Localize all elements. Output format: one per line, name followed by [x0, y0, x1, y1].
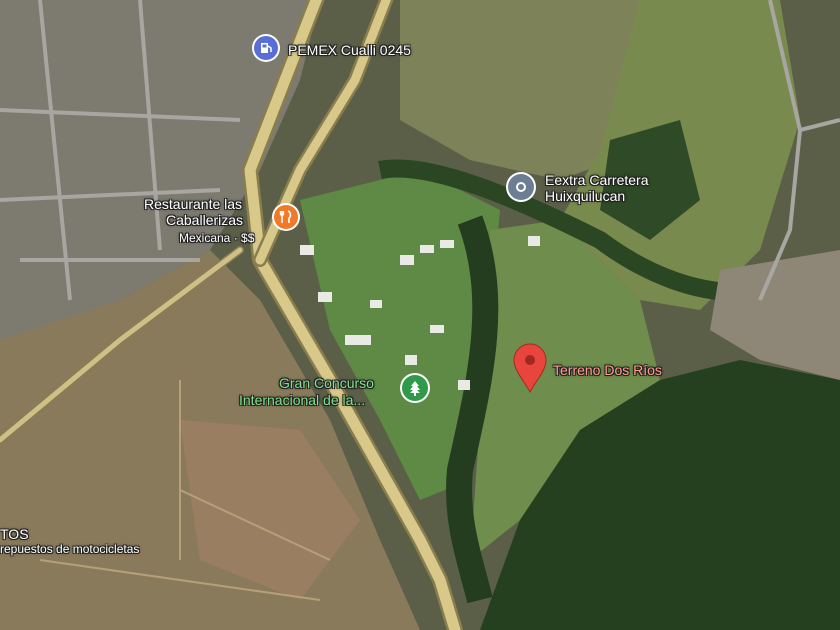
- pemex-label[interactable]: PEMEX Cualli 0245: [288, 43, 411, 58]
- satellite-map[interactable]: [0, 0, 840, 630]
- gas-station-icon[interactable]: [254, 36, 278, 60]
- restaurant-subtitle: Mexicana · $$: [179, 231, 255, 245]
- restaurant-name-line2[interactable]: Caballerizas: [166, 213, 243, 228]
- restaurant-icon[interactable]: [274, 205, 298, 229]
- concurso-name-line2[interactable]: Internacional de la...: [239, 393, 365, 408]
- terreno-label[interactable]: Terreno Dos Ríos: [553, 363, 662, 378]
- place-pin-icon[interactable]: [508, 174, 534, 200]
- concurso-name-line1[interactable]: Gran Concurso: [279, 376, 374, 391]
- motos-name-line1[interactable]: TOS: [0, 527, 29, 542]
- carretera-name-line1[interactable]: Eextra Carretera: [545, 173, 648, 188]
- carretera-name-line2[interactable]: Huixquilucan: [545, 189, 625, 204]
- restaurant-name-line1[interactable]: Restaurante las: [144, 197, 242, 212]
- motos-subtitle: repuestos de motocicletas: [0, 542, 140, 556]
- park-tree-icon[interactable]: [402, 375, 428, 401]
